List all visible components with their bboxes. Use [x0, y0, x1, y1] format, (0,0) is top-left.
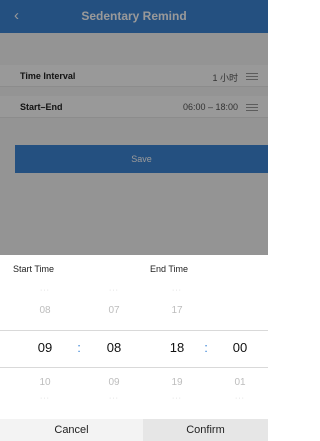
cancel-button[interactable]: Cancel — [0, 419, 143, 441]
end-hour-selected[interactable]: 18 — [157, 340, 197, 355]
end-minute-selected[interactable]: 00 — [220, 340, 260, 355]
start-minute-dots: ··· — [109, 287, 119, 294]
end-time-separator: : — [204, 340, 208, 355]
start-minute-prev[interactable]: 07 — [94, 305, 134, 316]
start-time-label: Start Time — [13, 264, 55, 274]
start-hour-dots-bottom: ··· — [40, 395, 50, 402]
picker-header: Start Time End Time — [0, 255, 268, 283]
start-minute-selected[interactable]: 08 — [94, 340, 134, 355]
selection-divider-bottom — [0, 367, 268, 368]
end-time-label: End Time — [150, 264, 189, 274]
end-hour-prev[interactable]: 17 — [157, 305, 197, 316]
start-hour-selected[interactable]: 09 — [25, 340, 65, 355]
start-time-separator: : — [77, 340, 81, 355]
start-hour-next[interactable]: 10 — [25, 377, 65, 388]
confirm-button[interactable]: Confirm — [143, 419, 268, 441]
end-minute-next[interactable]: 01 — [220, 377, 260, 388]
time-picker-wheels[interactable]: ··· ··· ··· 08 07 17 09 : 08 18 : 00 10 … — [0, 283, 268, 419]
start-minute-dots-bottom: ··· — [109, 395, 119, 402]
start-minute-next[interactable]: 09 — [94, 377, 134, 388]
selection-divider-top — [0, 330, 268, 331]
end-hour-dots-bottom: ··· — [172, 395, 182, 402]
start-hour-dots: ··· — [40, 287, 50, 294]
end-minute-dots-bottom: ··· — [235, 395, 245, 402]
start-hour-prev[interactable]: 08 — [25, 305, 65, 316]
end-hour-dots: ··· — [172, 287, 182, 294]
end-hour-next[interactable]: 19 — [157, 377, 197, 388]
time-picker-sheet: Start Time End Time ··· ··· ··· 08 07 17… — [0, 255, 268, 441]
